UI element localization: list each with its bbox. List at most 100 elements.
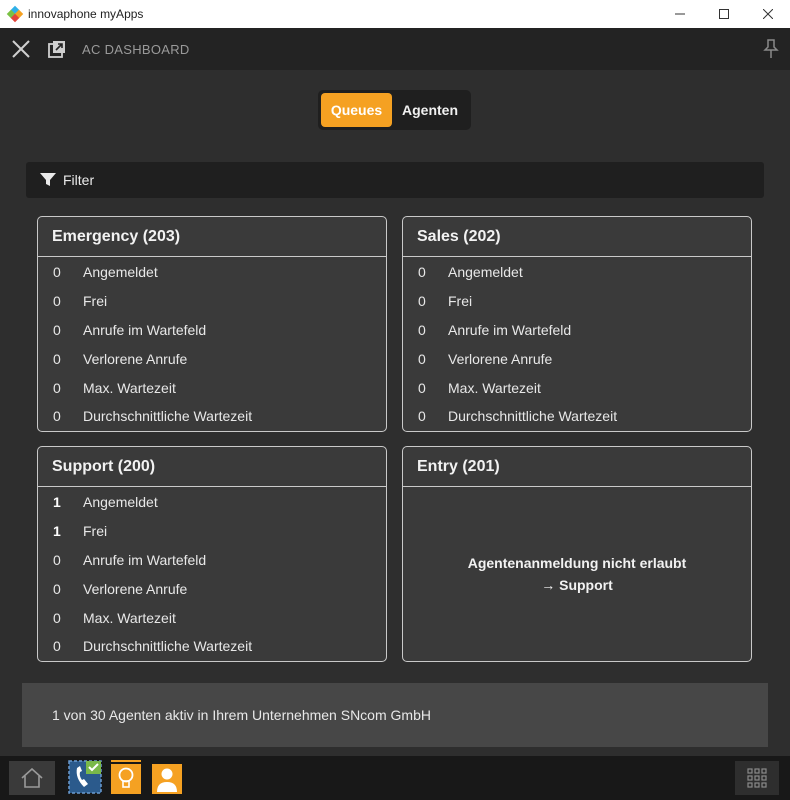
queue-title: Sales (202)	[403, 217, 751, 257]
stat-label: Angemeldet	[83, 494, 158, 511]
filter-label: Filter	[63, 172, 95, 188]
stat-value: 0	[53, 293, 61, 310]
stat-label: Anrufe im Wartefeld	[448, 321, 572, 338]
phone-app-button[interactable]	[68, 760, 102, 794]
stat-row: 0 Anrufe im Wartefeld	[38, 546, 386, 575]
myapps-logo-icon	[6, 5, 24, 23]
stat-label: Max. Wartezeit	[83, 379, 176, 396]
minimize-button[interactable]	[658, 0, 702, 28]
stat-row: 0 Frei	[38, 287, 386, 316]
stat-label: Angemeldet	[448, 264, 523, 281]
stat-label: Frei	[83, 523, 108, 540]
stat-value: 0	[53, 580, 61, 597]
stat-value: 0	[53, 638, 61, 655]
maximize-button[interactable]	[702, 0, 746, 28]
agent-status-bar: 1 von 30 Agenten aktiv in Ihrem Unterneh…	[22, 683, 768, 747]
stat-label: Anrufe im Wartefeld	[83, 321, 207, 338]
stat-row: 0 Verlorene Anrufe	[38, 574, 386, 603]
stat-label: Angemeldet	[83, 264, 158, 281]
contacts-app-button[interactable]	[152, 760, 184, 794]
stat-value: 0	[418, 293, 426, 310]
app-dock	[0, 756, 790, 800]
contacts-app-icon	[152, 764, 182, 794]
stat-value: 0	[418, 379, 426, 396]
stat-row: 0 Verlorene Anrufe	[38, 344, 386, 373]
close-app-button[interactable]	[0, 28, 42, 70]
stat-row: 0 Max. Wartezeit	[38, 603, 386, 632]
stat-row: 0 Max. Wartezeit	[403, 373, 751, 402]
queue-title: Support (200)	[38, 447, 386, 487]
stat-label: Frei	[448, 293, 473, 310]
stat-value: 0	[53, 551, 61, 568]
stat-label: Durchschnittliche Wartezeit	[448, 408, 618, 425]
stat-value: 0	[418, 408, 426, 425]
message-line-2: → Support	[541, 577, 613, 593]
stat-row: 0 Durchschnittliche Wartezeit	[403, 402, 751, 431]
maximize-icon	[719, 9, 729, 19]
stat-label: Anrufe im Wartefeld	[83, 551, 207, 568]
minimize-icon	[675, 13, 685, 15]
window-title: innovaphone myApps	[28, 7, 144, 21]
app-header: AC DASHBOARD	[0, 28, 790, 70]
stat-row: 0 Max. Wartezeit	[38, 373, 386, 402]
queue-message: Agentenanmeldung nicht erlaubt → Support	[403, 487, 751, 661]
filter-bar[interactable]: Filter	[26, 162, 764, 198]
pin-button[interactable]	[762, 38, 780, 60]
popout-button[interactable]	[42, 28, 72, 70]
stat-value: 1	[53, 523, 61, 540]
stat-row: 0 Durchschnittliche Wartezeit	[38, 402, 386, 431]
stat-label: Max. Wartezeit	[83, 609, 176, 626]
window-close-button[interactable]	[746, 0, 790, 28]
stat-value: 0	[53, 321, 61, 338]
stat-value: 0	[418, 350, 426, 367]
stat-row: 0 Anrufe im Wartefeld	[403, 316, 751, 345]
stat-value: 0	[418, 264, 426, 281]
tab-queues[interactable]: Queues	[321, 93, 392, 127]
agent-status-text: 1 von 30 Agenten aktiv in Ihrem Unterneh…	[52, 707, 431, 723]
app-title: AC DASHBOARD	[82, 41, 190, 57]
stat-value: 0	[53, 379, 61, 396]
queue-title: Entry (201)	[403, 447, 751, 487]
stat-row: 1 Angemeldet	[38, 488, 386, 517]
home-button[interactable]	[9, 761, 55, 795]
queue-card-entry: Entry (201) Agentenanmeldung nicht erlau…	[402, 446, 752, 662]
queue-card-sales: Sales (202) 0 Angemeldet 0 Frei 0 Anrufe im…	[402, 216, 752, 432]
stat-label: Verlorene Anrufe	[83, 580, 188, 597]
stat-value: 0	[53, 350, 61, 367]
view-switcher: Queues Agenten	[318, 90, 471, 130]
stat-label: Max. Wartezeit	[448, 379, 541, 396]
stat-value: 0	[53, 408, 61, 425]
app-grid-button[interactable]	[735, 761, 779, 795]
lightbulb-app-button[interactable]	[111, 760, 143, 794]
tab-agents[interactable]: Agenten	[392, 93, 468, 127]
stat-label: Verlorene Anrufe	[448, 350, 553, 367]
queue-card-emergency: Emergency (203) 0 Angemeldet 0 Frei 0 Anruf…	[37, 216, 387, 432]
window-close-icon	[763, 9, 773, 19]
close-icon	[12, 40, 30, 58]
queue-card-support: Support (200) 1 Angemeldet 1 Frei 0 Anrufe …	[37, 446, 387, 662]
filter-icon	[40, 173, 56, 186]
stat-value: 1	[53, 494, 61, 511]
stat-label: Verlorene Anrufe	[83, 350, 188, 367]
home-icon	[21, 768, 43, 788]
stat-label: Durchschnittliche Wartezeit	[83, 408, 253, 425]
stat-row: 0 Angemeldet	[403, 258, 751, 287]
stat-row: 0 Verlorene Anrufe	[403, 344, 751, 373]
window-titlebar: innovaphone myApps	[0, 0, 790, 28]
popout-icon	[48, 41, 65, 58]
stat-value: 0	[53, 609, 61, 626]
stat-row: 0 Durchschnittliche Wartezeit	[38, 632, 386, 661]
lightbulb-app-icon	[111, 760, 141, 794]
stat-value: 0	[418, 321, 426, 338]
stat-row: 0 Frei	[403, 287, 751, 316]
stat-row: 1 Frei	[38, 517, 386, 546]
pin-icon	[763, 39, 779, 58]
queue-title: Emergency (203)	[38, 217, 386, 257]
phone-app-icon	[68, 760, 102, 794]
stat-row: 0 Angemeldet	[38, 258, 386, 287]
stat-label: Frei	[83, 293, 108, 310]
message-line-1: Agentenanmeldung nicht erlaubt	[467, 555, 687, 571]
app-grid-icon	[747, 768, 767, 788]
stat-row: 0 Anrufe im Wartefeld	[38, 316, 386, 345]
stat-value: 0	[53, 264, 61, 281]
